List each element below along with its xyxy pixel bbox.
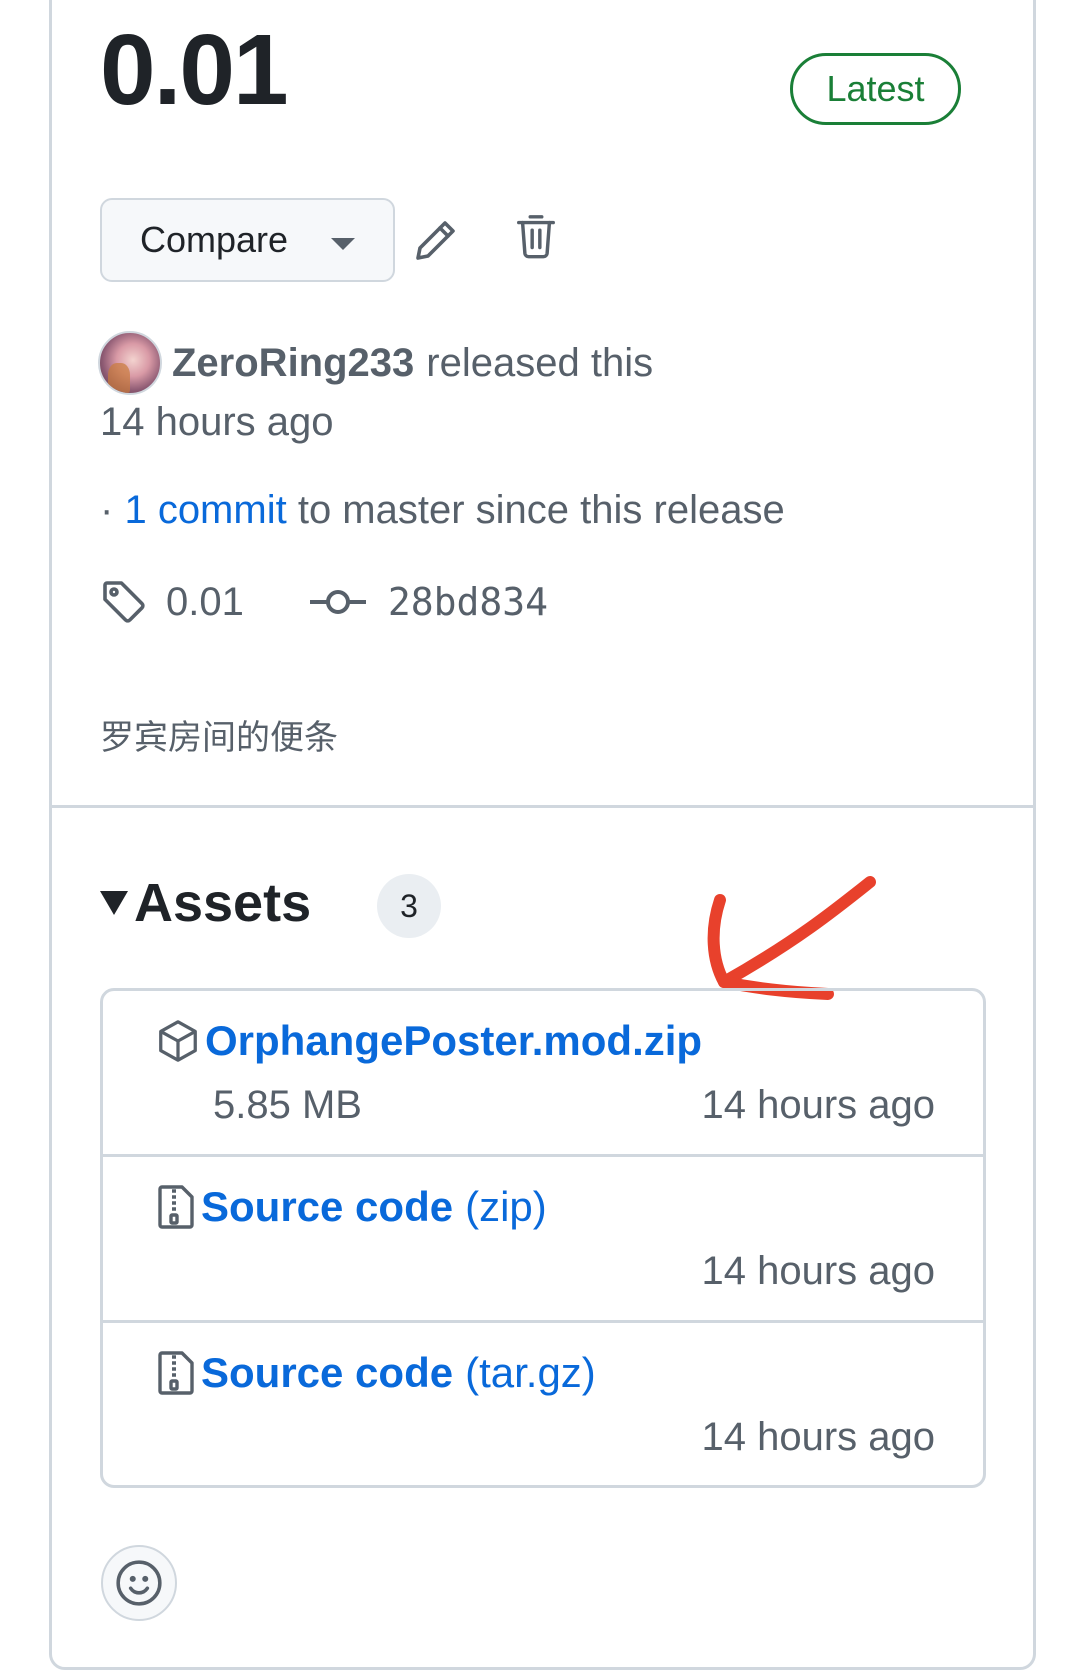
commits-bullet: · (100, 488, 114, 532)
file-zip-icon (158, 1351, 194, 1395)
add-reaction-button[interactable] (101, 1545, 177, 1621)
assets-toggle[interactable]: Assets (100, 868, 311, 938)
asset-name: Source code (201, 1183, 454, 1230)
tag-icon (103, 581, 145, 623)
asset-time: 14 hours ago (701, 1249, 935, 1293)
release-title[interactable]: 0.01 (100, 20, 289, 120)
list-item: OrphangePoster.mod.zip 5.85 MB 14 hours … (103, 991, 983, 1157)
assets-list: OrphangePoster.mod.zip 5.85 MB 14 hours … (100, 988, 986, 1488)
asset-name: OrphangePoster.mod.zip (205, 1017, 703, 1064)
release-tag[interactable]: 0.01 (166, 580, 244, 625)
git-commit-icon (309, 590, 366, 614)
smiley-icon (116, 1560, 162, 1606)
asset-link[interactable]: OrphangePoster.mod.zip (155, 1017, 702, 1065)
asset-suffix: (tar.gz) (465, 1349, 596, 1396)
asset-name: Source code (201, 1349, 454, 1396)
file-zip-icon (158, 1185, 194, 1229)
commits-link[interactable]: 1 commit (124, 488, 286, 532)
edit-release-button[interactable] (406, 210, 466, 270)
list-item: Source code (tar.gz) 14 hours ago (103, 1323, 983, 1485)
asset-size: 5.85 MB (213, 1083, 362, 1127)
triangle-down-icon (100, 891, 128, 915)
released-text: released this (426, 340, 654, 385)
chevron-down-icon (331, 238, 355, 250)
release-notes: 罗宾房间的便条 (100, 718, 338, 758)
delete-release-button[interactable] (506, 206, 566, 266)
asset-time: 14 hours ago (701, 1083, 935, 1127)
commits-suffix: to master since this release (297, 488, 785, 532)
commits-since-release: · 1 commit to master since this release (100, 488, 785, 533)
assets-count-badge: 3 (377, 874, 441, 938)
asset-time: 14 hours ago (701, 1415, 935, 1459)
release-meta-row: 0.01 28bd834 (100, 570, 548, 634)
assets-title: Assets (134, 873, 312, 933)
commit-sha[interactable]: 28bd834 (388, 580, 548, 624)
asset-suffix: (zip) (465, 1183, 547, 1230)
compare-button[interactable]: Compare (100, 198, 395, 282)
compare-button-label: Compare (140, 219, 289, 260)
package-icon (159, 1020, 197, 1062)
trash-icon (517, 215, 555, 259)
author-name[interactable]: ZeroRing233 (172, 341, 414, 386)
avatar[interactable] (98, 331, 162, 395)
asset-link[interactable]: Source code (zip) (155, 1183, 547, 1231)
release-author-row: ZeroRing233 released this (98, 330, 653, 396)
asset-link[interactable]: Source code (tar.gz) (155, 1349, 596, 1397)
section-divider (49, 805, 1036, 808)
latest-badge: Latest (790, 53, 961, 125)
list-item: Source code (zip) 14 hours ago (103, 1157, 983, 1323)
pencil-icon (416, 221, 455, 260)
release-time-ago: 14 hours ago (100, 400, 334, 444)
